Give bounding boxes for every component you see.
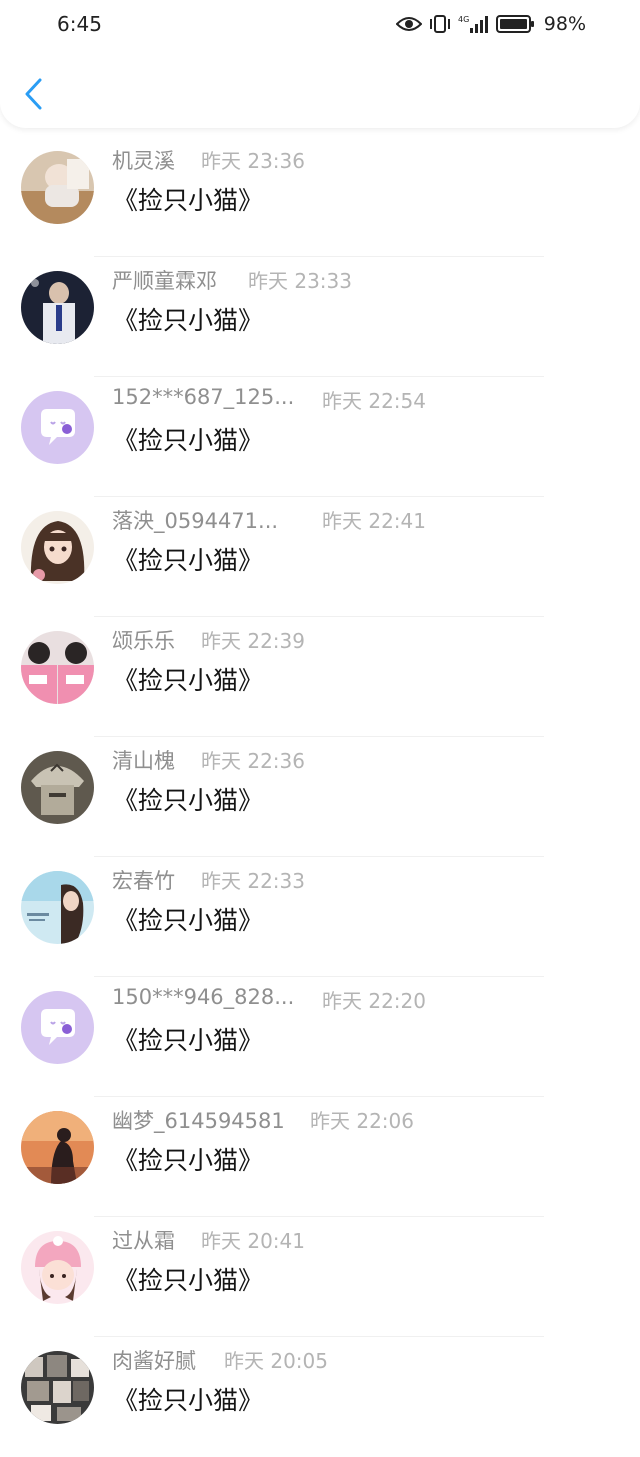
- svg-text:4G: 4G: [458, 15, 469, 24]
- battery-percent: 98%: [543, 13, 586, 35]
- timestamp: 昨天 22:33: [201, 869, 305, 893]
- top-navigation-bar: [0, 48, 640, 128]
- list-item[interactable]: 严顺童霖邓 昨天 23:33 《捡只小猫》: [0, 257, 640, 377]
- message-text: 《捡只小猫》: [113, 1386, 264, 1415]
- avatar[interactable]: [21, 391, 94, 464]
- timestamp: 昨天 22:36: [201, 749, 305, 773]
- avatar[interactable]: [21, 511, 94, 584]
- timestamp: 昨天 22:20: [322, 989, 426, 1013]
- list-item[interactable]: 机灵溪 昨天 23:36 《捡只小猫》: [0, 137, 640, 257]
- message-text: 《捡只小猫》: [113, 786, 264, 815]
- list-item[interactable]: 颂乐乐 昨天 22:39 《捡只小猫》: [0, 617, 640, 737]
- timestamp: 昨天 22:54: [322, 389, 426, 413]
- user-name: 150***946_828...: [112, 985, 295, 1009]
- timestamp: 昨天 22:39: [201, 629, 305, 653]
- status-bar: 6:45 4G 98%: [0, 0, 640, 48]
- avatar[interactable]: [21, 751, 94, 824]
- timestamp: 昨天 23:36: [201, 149, 305, 173]
- avatar[interactable]: [21, 1351, 94, 1424]
- list-item[interactable]: 落泱_0594471... 昨天 22:41 《捡只小猫》: [0, 497, 640, 617]
- avatar[interactable]: [21, 991, 94, 1064]
- timestamp: 昨天 23:33: [248, 269, 352, 293]
- message-text: 《捡只小猫》: [113, 546, 264, 575]
- timestamp: 昨天 22:41: [322, 509, 426, 533]
- user-name: 过从霜: [112, 1229, 175, 1253]
- battery-icon: [495, 14, 536, 34]
- list-item[interactable]: 150***946_828... 昨天 22:20 《捡只小猫》: [0, 977, 640, 1097]
- message-text: 《捡只小猫》: [113, 906, 264, 935]
- avatar[interactable]: [21, 1111, 94, 1184]
- user-name: 清山槐: [112, 749, 175, 773]
- list-item[interactable]: 清山槐 昨天 22:36 《捡只小猫》: [0, 737, 640, 857]
- message-text: 《捡只小猫》: [113, 1026, 264, 1055]
- status-icons: 4G 98%: [395, 11, 586, 37]
- user-name: 肉酱好腻: [112, 1349, 196, 1373]
- message-text: 《捡只小猫》: [113, 666, 264, 695]
- timestamp: 昨天 20:41: [201, 1229, 305, 1253]
- vibrate-icon: [428, 14, 452, 34]
- avatar[interactable]: [21, 631, 94, 704]
- timestamp: 昨天 22:06: [310, 1109, 414, 1133]
- chevron-left-icon: [25, 78, 42, 110]
- user-name: 机灵溪: [112, 149, 175, 173]
- avatar[interactable]: [21, 1231, 94, 1304]
- message-text: 《捡只小猫》: [113, 186, 264, 215]
- eye-icon: [395, 15, 422, 33]
- user-name: 幽梦_614594581: [112, 1109, 285, 1133]
- message-text: 《捡只小猫》: [113, 1146, 264, 1175]
- back-button[interactable]: [18, 76, 52, 112]
- user-name: 152***687_125...: [112, 385, 295, 409]
- user-name: 宏春竹: [112, 869, 175, 893]
- signal-4g-icon: 4G: [458, 14, 490, 34]
- list-item[interactable]: 宏春竹 昨天 22:33 《捡只小猫》: [0, 857, 640, 977]
- message-text: 《捡只小猫》: [113, 426, 264, 455]
- list-item[interactable]: 过从霜 昨天 20:41 《捡只小猫》: [0, 1217, 640, 1337]
- list-item[interactable]: 幽梦_614594581 昨天 22:06 《捡只小猫》: [0, 1097, 640, 1217]
- avatar[interactable]: [21, 271, 94, 344]
- user-name: 严顺童霖邓: [112, 269, 217, 293]
- status-time: 6:45: [57, 12, 102, 36]
- user-name: 颂乐乐: [112, 629, 175, 653]
- message-text: 《捡只小猫》: [113, 1266, 264, 1295]
- message-text: 《捡只小猫》: [113, 306, 264, 335]
- list-item[interactable]: 152***687_125... 昨天 22:54 《捡只小猫》: [0, 377, 640, 497]
- user-name: 落泱_0594471...: [112, 509, 279, 533]
- timestamp: 昨天 20:05: [224, 1349, 328, 1373]
- avatar[interactable]: [21, 871, 94, 944]
- list-item[interactable]: 肉酱好腻 昨天 20:05 《捡只小猫》: [0, 1337, 640, 1457]
- avatar[interactable]: [21, 151, 94, 224]
